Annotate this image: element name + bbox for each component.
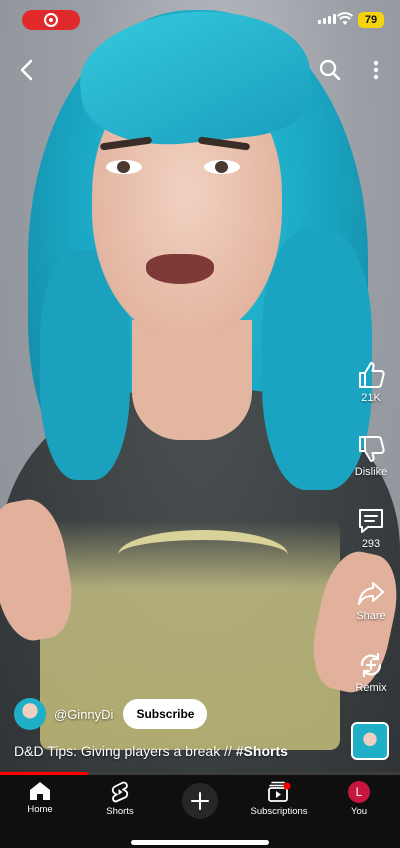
video-title-text: D&D Tips: Giving players a break // (14, 743, 236, 759)
share-icon (358, 582, 384, 605)
video-frame-mouth (146, 254, 214, 284)
home-icon (30, 782, 50, 800)
wifi-icon (337, 12, 353, 25)
dislike-button[interactable]: Dislike (348, 434, 394, 478)
sound-thumbnail[interactable] (351, 722, 389, 760)
comment-count: 293 (361, 538, 381, 550)
screen-recording-indicator[interactable] (22, 10, 80, 30)
record-icon (44, 13, 58, 27)
more-vertical-icon (373, 60, 379, 80)
search-button[interactable] (316, 56, 344, 84)
video-hashtag[interactable]: #Shorts (236, 743, 288, 759)
plus-icon (191, 792, 209, 810)
channel-handle[interactable]: @GinnyDi (54, 707, 113, 722)
channel-avatar[interactable] (14, 698, 46, 730)
status-bar: 79 (0, 0, 400, 40)
nav-you-label: You (350, 806, 368, 817)
nav-home[interactable]: Home (5, 781, 75, 815)
remix-button[interactable]: Remix (348, 650, 394, 694)
nav-shorts[interactable]: Shorts (85, 781, 155, 817)
like-button[interactable]: 21K (348, 360, 394, 404)
short-video[interactable] (0, 0, 400, 772)
shorts-icon (111, 781, 129, 803)
bottom-navigation: Home Shorts Subscriptions L You (0, 775, 400, 848)
thumbs-up-icon (359, 362, 385, 388)
video-frame-print-arc (118, 530, 288, 580)
dislike-label: Dislike (354, 466, 388, 478)
account-avatar: L (348, 781, 370, 803)
home-indicator[interactable] (131, 840, 269, 845)
thumbs-down-icon (359, 436, 385, 462)
share-button[interactable]: Share (348, 578, 394, 622)
nav-home-label: Home (27, 804, 53, 815)
nav-subscriptions-label: Subscriptions (250, 806, 308, 817)
search-icon (319, 59, 341, 81)
nav-subscriptions[interactable]: Subscriptions (244, 781, 314, 817)
more-options-button[interactable] (364, 56, 388, 84)
nav-shorts-label: Shorts (106, 806, 134, 817)
chevron-left-icon (20, 59, 33, 81)
comment-icon (359, 509, 383, 533)
channel-row: @GinnyDi Subscribe (14, 698, 208, 730)
back-button[interactable] (12, 56, 40, 84)
share-label: Share (356, 610, 386, 622)
nav-you[interactable]: L You (324, 781, 394, 817)
video-title[interactable]: D&D Tips: Giving players a break // #Sho… (14, 743, 288, 759)
battery-indicator: 79 (358, 12, 384, 28)
remix-label: Remix (355, 682, 387, 694)
like-count: 21K (361, 392, 381, 404)
cellular-signal-icon (318, 14, 336, 24)
video-frame-eye-left (106, 160, 142, 174)
subscriptions-icon (268, 781, 291, 802)
create-button[interactable] (182, 783, 218, 819)
subscribe-button[interactable]: Subscribe (123, 699, 208, 729)
comments-button[interactable]: 293 (348, 506, 394, 550)
remix-icon (360, 652, 382, 678)
video-frame-eye-right (204, 160, 240, 174)
